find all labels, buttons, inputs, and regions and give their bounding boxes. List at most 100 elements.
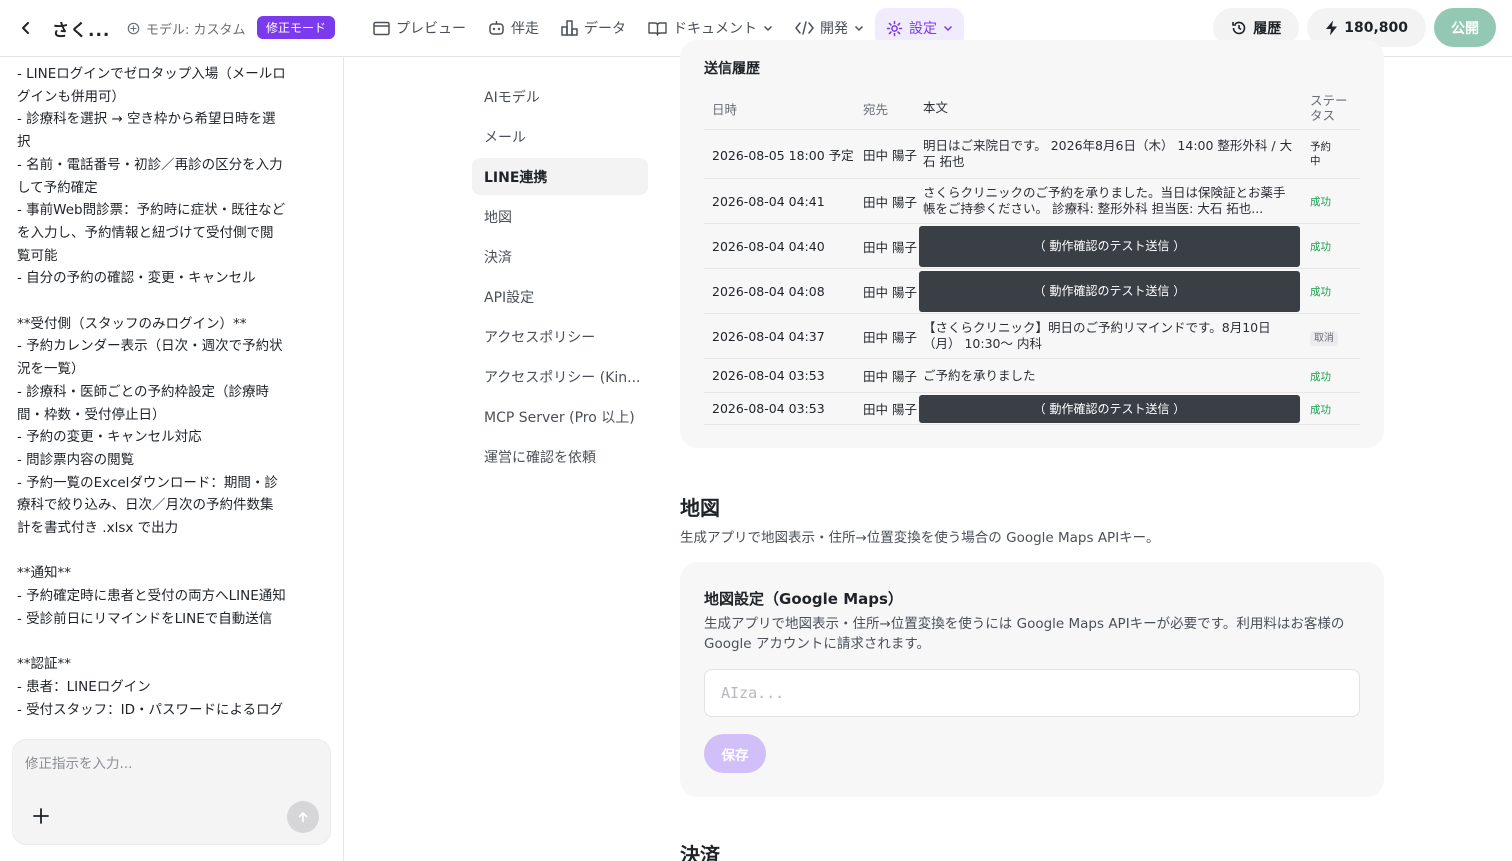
col-header-to: 宛先 xyxy=(863,101,889,117)
chat-line: 況を一覧） xyxy=(17,361,85,378)
table-row[interactable]: 2026-08-04 04:40 田中 陽子（ 動作確認のテスト送信 ） 成功 xyxy=(704,224,1360,269)
table-row[interactable]: 2026-08-04 04:41 田中 陽子 さくらクリニックのご予約を承りました。… xyxy=(704,179,1360,224)
chat-message: - LINEログインでゼロタップ入場（メールロ グインも併用可） - 診療科を選択 … xyxy=(17,63,302,727)
status-badge-success: 成功 xyxy=(1310,370,1331,383)
row-date: 2026-08-04 03:53 xyxy=(712,368,825,383)
settings-nav-item[interactable]: LINE連携 xyxy=(472,158,648,195)
row-recipient: 田中 陽子 xyxy=(863,284,917,300)
chat-line xyxy=(17,290,302,313)
back-button[interactable] xyxy=(14,16,38,40)
tab-data-label: データ xyxy=(584,21,626,37)
chat-line: - 診療科を選択 → 空き枠から希望日時を選 xyxy=(17,111,276,128)
model-selector[interactable]: モデル: カスタム xyxy=(127,19,246,38)
tab-companion-label: 伴走 xyxy=(511,21,539,37)
row-body: （ 動作確認のテスト送信 ） xyxy=(915,394,1303,423)
chat-line: - 予約一覧のExcelダウンロード：期間・診 xyxy=(17,474,278,491)
send-history-table: 日時 宛先 本文 ステータス 2026-08-05 18:00 予定 田中 陽子明… xyxy=(704,87,1360,425)
settings-nav-item[interactable]: AIモデル xyxy=(472,78,648,115)
chat-line xyxy=(17,540,302,563)
tab-companion[interactable]: 伴走 xyxy=(477,8,550,48)
tab-preview[interactable]: プレビュー xyxy=(362,8,477,48)
chat-line: - 受付スタッフ：ID・パスワードによるログ xyxy=(17,701,284,718)
status-badge-cancelled: 取消 xyxy=(1310,330,1338,346)
history-icon xyxy=(1232,21,1246,34)
tab-data[interactable]: データ xyxy=(550,8,637,48)
chat-line: を入力し、予約情報と紐づけて受付側で閲 xyxy=(17,224,274,241)
chat-line: - 診療科・医師ごとの予約枠設定（診療時 xyxy=(17,383,270,400)
settings-nav-item[interactable]: アクセスポリシー (Kin... xyxy=(472,358,648,395)
table-row[interactable]: 2026-08-04 04:37 田中 陽子 【さくらクリニック】明日のご予約リマイ… xyxy=(704,314,1360,359)
chat-line: **通知** xyxy=(17,565,71,582)
publish-button[interactable]: 公開 xyxy=(1434,8,1496,47)
row-recipient: 田中 陽子 xyxy=(863,369,917,384)
row-recipient: 田中 陽子 xyxy=(863,329,917,345)
col-header-status: ステータス xyxy=(1310,93,1348,123)
chat-line: **受付側（スタッフのみログイン）** xyxy=(17,315,247,332)
status-badge-success: 成功 xyxy=(1310,241,1331,253)
row-recipient: 田中 陽子 xyxy=(863,239,917,255)
window-icon xyxy=(373,21,390,35)
settings-nav-item[interactable]: API設定 xyxy=(472,278,648,315)
chat-input[interactable]: 修正指示を入力... xyxy=(12,739,331,845)
chat-line: して予約確定 xyxy=(17,179,98,196)
send-history-card: 送信履歴 日時 宛先 本文 ステータス 2026-08-05 18:00 予定田… xyxy=(680,40,1384,448)
lightning-icon xyxy=(1326,20,1338,35)
chat-line xyxy=(17,631,302,654)
chat-line: 択 xyxy=(17,134,31,151)
status-badge-success: 成功 xyxy=(1310,286,1331,298)
credits-value: 180,800 xyxy=(1344,19,1408,36)
chat-line: グインも併用可） xyxy=(17,88,125,105)
settings-nav-item[interactable]: 決済 xyxy=(472,238,648,275)
plus-icon[interactable] xyxy=(31,806,51,826)
chevron-down-icon xyxy=(763,25,773,32)
chat-line: 覧可能 xyxy=(17,247,58,264)
send-history-title: 送信履歴 xyxy=(704,61,760,77)
settings-nav: AIモデル メール LINE連携 地図 決済 API設定 アクセスポリシー アクセスポリシー … xyxy=(472,78,648,478)
row-body-test-send: （ 動作確認のテスト送信 ） xyxy=(919,394,1300,423)
chat-line: - 問診票内容の閲覧 xyxy=(17,451,135,468)
chat-line: - 患者：LINEログイン xyxy=(17,678,151,695)
table-header: 日時 宛先 本文 ステータス xyxy=(704,87,1360,130)
send-button[interactable] xyxy=(287,801,319,833)
chat-line: - 予約の変更・キャンセル対応 xyxy=(17,429,202,446)
row-date: 2026-08-04 04:08 xyxy=(712,283,825,299)
row-body-text: 明日はご来院日です。 2026年8月6日（木） 14:00 整形外科 / 大石 … xyxy=(923,138,1293,169)
google-maps-api-key-input[interactable] xyxy=(704,669,1360,717)
row-body-text: さくらクリニックのご予約を承りました。当日は保険証とお薬手帳をご持参ください。 … xyxy=(923,185,1286,216)
table-row[interactable]: 2026-08-04 03:53 田中 陽子 ご予約を承りました 成功 xyxy=(704,359,1360,393)
settings-nav-item[interactable]: メール xyxy=(472,118,648,155)
map-settings-card: 地図設定（Google Maps） 生成アプリで地図表示・住所→位置変換を使うに… xyxy=(680,562,1384,797)
chat-line: - 予約確定時に患者と受付の両方へLINE通知 xyxy=(17,588,286,605)
table-row[interactable]: 2026-08-04 03:53 田中 陽子（ 動作確認のテスト送信 ） 成功 xyxy=(704,393,1360,425)
settings-nav-item[interactable]: 地図 xyxy=(472,198,648,235)
save-button[interactable]: 保存 xyxy=(704,734,766,773)
app-title[interactable]: さく... xyxy=(52,16,110,41)
row-date: 2026-08-05 18:00 予定 xyxy=(712,147,854,163)
row-recipient: 田中 陽子 xyxy=(863,194,917,210)
chat-line: - 事前Web問診票：予約時に症状・既往など xyxy=(17,202,286,219)
edit-mode-badge[interactable]: 修正モード xyxy=(257,16,336,39)
status-badge-scheduled: 予約中 xyxy=(1310,141,1331,167)
row-status-cell: 成功 xyxy=(1303,368,1360,384)
chevron-down-icon xyxy=(854,25,864,32)
tab-preview-label: プレビュー xyxy=(396,21,466,37)
chat-input-placeholder: 修正指示を入力... xyxy=(25,756,133,772)
chat-line: - 自分の予約の確認・変更・キャンセル xyxy=(17,270,256,287)
model-icon xyxy=(127,22,140,35)
chat-line: - LINEログインでゼロタップ入場（メールロ xyxy=(17,66,286,82)
table-row[interactable]: 2026-08-04 04:08 田中 陽子（ 動作確認のテスト送信 ） 成功 xyxy=(704,269,1360,314)
settings-nav-item[interactable]: アクセスポリシー xyxy=(472,318,648,355)
chat-line: - 名前・電話番号・初診／再診の区分を入力 xyxy=(17,156,283,173)
table-row[interactable]: 2026-08-05 18:00 予定 田中 陽子 明日はご来院日です。 2026年… xyxy=(704,130,1360,179)
map-section-title: 地図 xyxy=(680,496,720,520)
row-body: 明日はご来院日です。 2026年8月6日（木） 14:00 整形外科 / 大石 … xyxy=(915,138,1303,170)
row-date: 2026-08-04 03:53 xyxy=(712,401,825,416)
chevron-down-icon xyxy=(943,25,953,32)
row-date: 2026-08-04 04:41 xyxy=(712,193,825,209)
chat-line: **認証** xyxy=(17,656,71,673)
payment-section-title: 決済 xyxy=(680,843,720,861)
arrow-up-icon xyxy=(298,811,308,823)
chat-line: - 受診前日にリマインドをLINEで自動送信 xyxy=(17,610,273,627)
settings-nav-item[interactable]: MCP Server (Pro 以上) xyxy=(472,398,648,435)
settings-nav-item[interactable]: 運営に確認を依頼 xyxy=(472,438,648,475)
